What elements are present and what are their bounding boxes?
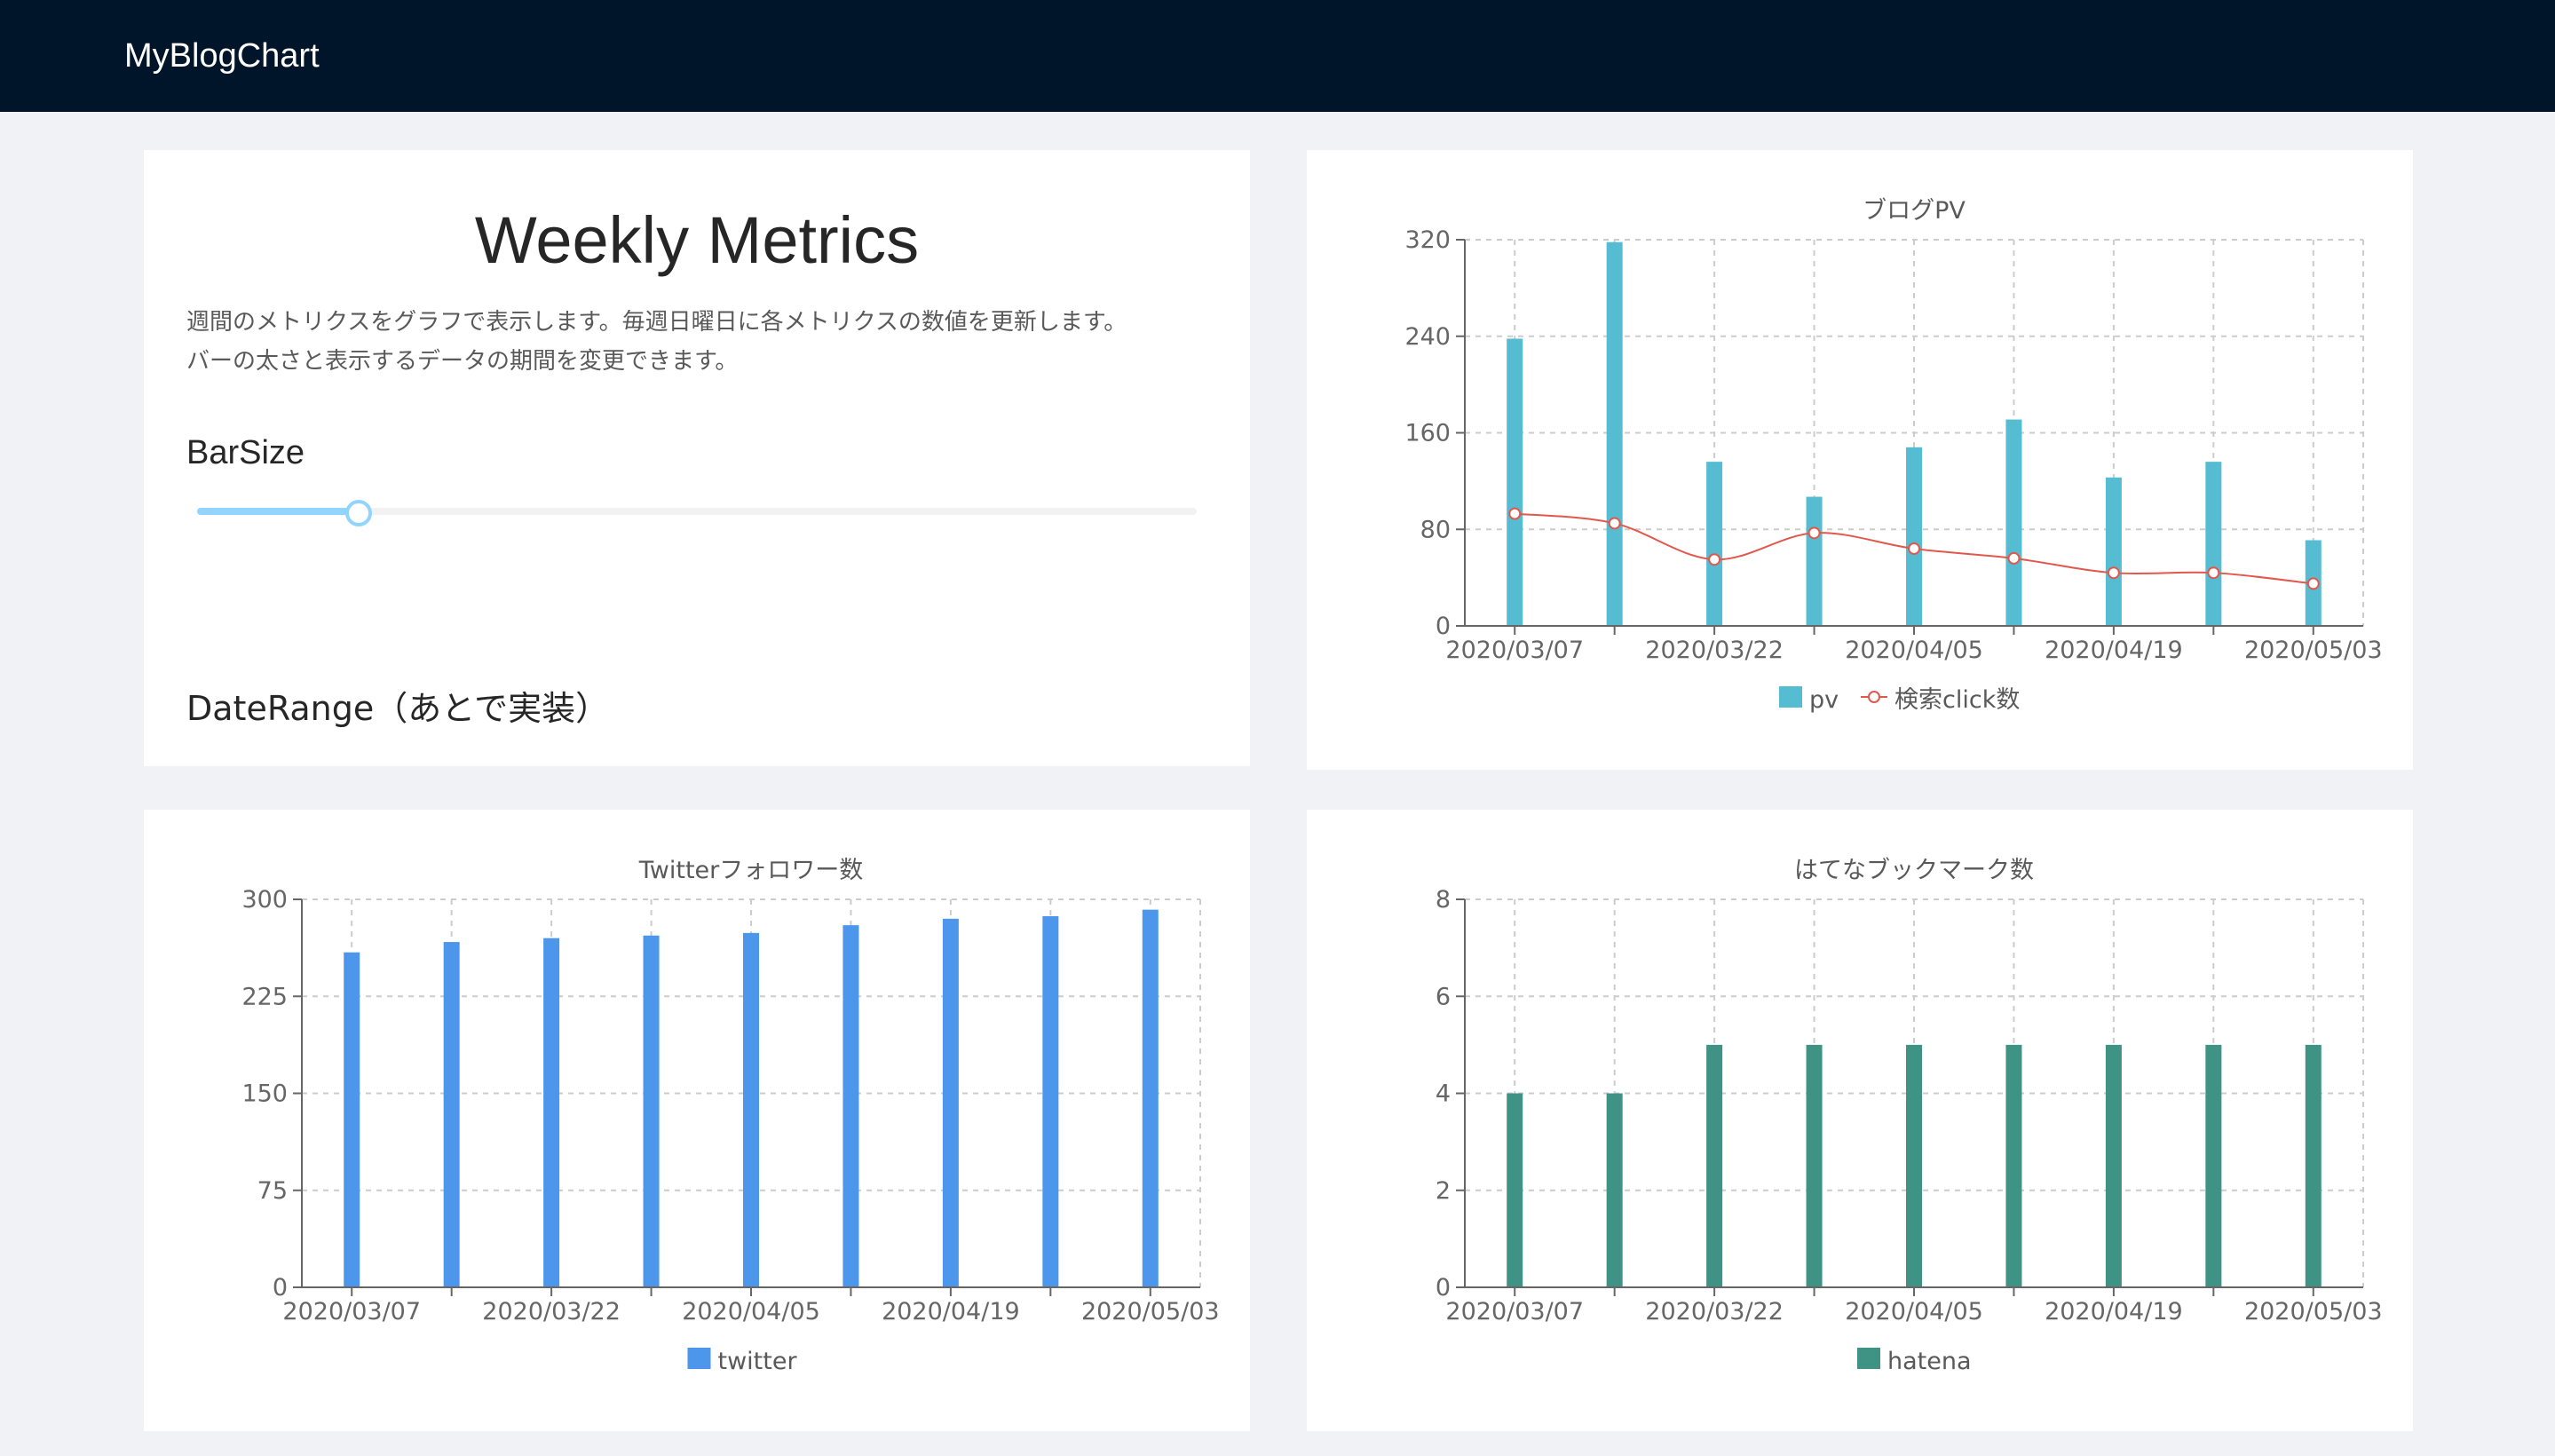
legend-label: twitter	[718, 1348, 798, 1375]
chart-bar	[1507, 1093, 1523, 1287]
chart-bar	[2005, 419, 2022, 626]
chart-bar	[1806, 496, 1823, 626]
chart-bar	[344, 952, 360, 1287]
legend-label: hatena	[1887, 1348, 1972, 1375]
app-header: MyBlogChart	[0, 0, 2555, 112]
x-tick-label: 2020/03/22	[482, 1298, 621, 1325]
x-tick-label: 2020/03/22	[1645, 637, 1784, 664]
twitter-chart-card: Twitterフォロワー数 0 75 150 225 300 2020/03/07 2020/…	[144, 810, 1250, 1431]
y-tick-label: 160	[1404, 420, 1451, 447]
chart-bar	[2105, 1044, 2122, 1287]
chart-bar	[1142, 909, 1159, 1287]
chart-bar	[842, 925, 859, 1287]
legend-label: pv	[1809, 686, 1839, 714]
x-tick-label: 2020/04/05	[1845, 1298, 1983, 1325]
y-tick-label: 150	[241, 1080, 288, 1108]
line-point	[1508, 507, 1522, 520]
chart-bar	[1706, 462, 1723, 626]
chart-bar	[2305, 1044, 2322, 1287]
y-tick-label: 225	[241, 983, 288, 1010]
chart-bar	[1507, 338, 1523, 626]
chart-bar	[2205, 1044, 2222, 1287]
intro-card: Weekly Metrics 週間のメトリクスをグラフで表示します。毎週日曜日に…	[144, 150, 1250, 766]
line-point	[2306, 577, 2320, 590]
chart-bar	[2105, 477, 2122, 626]
intro-description: 週間のメトリクスをグラフで表示します。毎週日曜日に各メトリクスの数値を更新します…	[186, 303, 1216, 381]
barsize-label: BarSize	[186, 434, 305, 471]
intro-description-line: 週間のメトリクスをグラフで表示します。毎週日曜日に各メトリクスの数値を更新します…	[186, 309, 1127, 336]
legend-swatch	[1857, 1348, 1880, 1369]
legend-label: 検索click数	[1894, 686, 2020, 714]
chart-bar	[443, 942, 460, 1287]
chart-bar	[1806, 1044, 1823, 1287]
chart-bar	[2205, 462, 2222, 626]
chart-title: ブログPV	[1863, 197, 1966, 225]
legend-swatch	[1779, 686, 1802, 708]
chart-title: はてなブックマーク数	[1794, 857, 2034, 884]
line-point	[1908, 542, 1920, 555]
pv-chart: ブログPV0801602403202020/03/07 2020/03/22 202…	[1404, 197, 2383, 714]
x-tick-label: 2020/05/03	[2244, 637, 2383, 664]
line-point	[1608, 517, 1621, 530]
chart-bar	[2005, 1044, 2022, 1287]
x-tick-label: 2020/04/19	[2045, 637, 2183, 664]
chart-title: Twitterフォロワー数	[638, 857, 864, 884]
hatena-chart: はてなブックマーク数024682020/03/07 2020/03/22 2020/…	[1436, 857, 2383, 1375]
chart-bar	[942, 918, 959, 1287]
line-point	[2007, 551, 2021, 565]
y-tick-label: 75	[257, 1177, 288, 1205]
line-point	[2107, 566, 2120, 580]
x-tick-label: 2020/04/05	[682, 1298, 820, 1325]
y-tick-label: 300	[241, 886, 288, 914]
x-tick-label: 2020/03/07	[282, 1298, 421, 1325]
legend-swatch	[687, 1348, 711, 1369]
x-tick-label: 2020/03/07	[1445, 1298, 1584, 1325]
slider-track	[197, 508, 358, 515]
x-tick-label: 2020/05/03	[2244, 1298, 2383, 1325]
brand-title[interactable]: MyBlogChart	[124, 34, 320, 78]
y-tick-label: 8	[1436, 886, 1451, 914]
chart-bar	[1906, 447, 1922, 626]
intro-description-line: バーの太さと表示するデータの期間を変更できます。	[186, 348, 739, 375]
line-point	[1807, 526, 1821, 540]
page-title: Weekly Metrics	[474, 203, 920, 277]
y-tick-label: 320	[1404, 226, 1451, 254]
chart-bar	[1706, 1044, 1723, 1287]
y-tick-label: 80	[1420, 516, 1451, 543]
slider-handle[interactable]	[345, 500, 373, 526]
chart-bar	[543, 938, 560, 1287]
y-tick-label: 2	[1436, 1177, 1451, 1205]
x-tick-label: 2020/03/07	[1445, 637, 1584, 664]
legend-swatch-point	[1868, 691, 1880, 703]
line-point	[2207, 566, 2220, 580]
pv-chart-card: ブログPV 0 80 160 240 320 2020/03/07 2020/03/22 202…	[1307, 150, 2413, 770]
chart-bar	[1042, 915, 1059, 1287]
y-tick-label: 6	[1436, 983, 1451, 1010]
y-tick-label: 4	[1436, 1080, 1451, 1108]
x-tick-label: 2020/04/19	[2045, 1298, 2183, 1325]
chart-bar	[643, 935, 660, 1287]
line-point	[1708, 553, 1721, 566]
x-tick-label: 2020/05/03	[1081, 1298, 1220, 1325]
hatena-chart-card: はてなブックマーク数 0 2 4 6 8 2020/03/07 2020/03/22 2020/…	[1307, 810, 2413, 1431]
chart-bar	[743, 932, 759, 1287]
chart-bar	[1906, 1044, 1922, 1287]
y-tick-label: 240	[1404, 323, 1451, 351]
x-tick-label: 2020/04/05	[1845, 637, 1983, 664]
twitter-chart: Twitterフォロワー数0751502253002020/03/07 2020/…	[241, 857, 1220, 1375]
chart-bar	[1606, 1093, 1623, 1287]
x-tick-label: 2020/03/22	[1645, 1298, 1784, 1325]
chart-bar	[1606, 241, 1623, 626]
barsize-slider[interactable]	[197, 495, 1197, 530]
daterange-label: DateRange（あとで実装）	[186, 689, 610, 728]
x-tick-label: 2020/04/19	[882, 1298, 1020, 1325]
